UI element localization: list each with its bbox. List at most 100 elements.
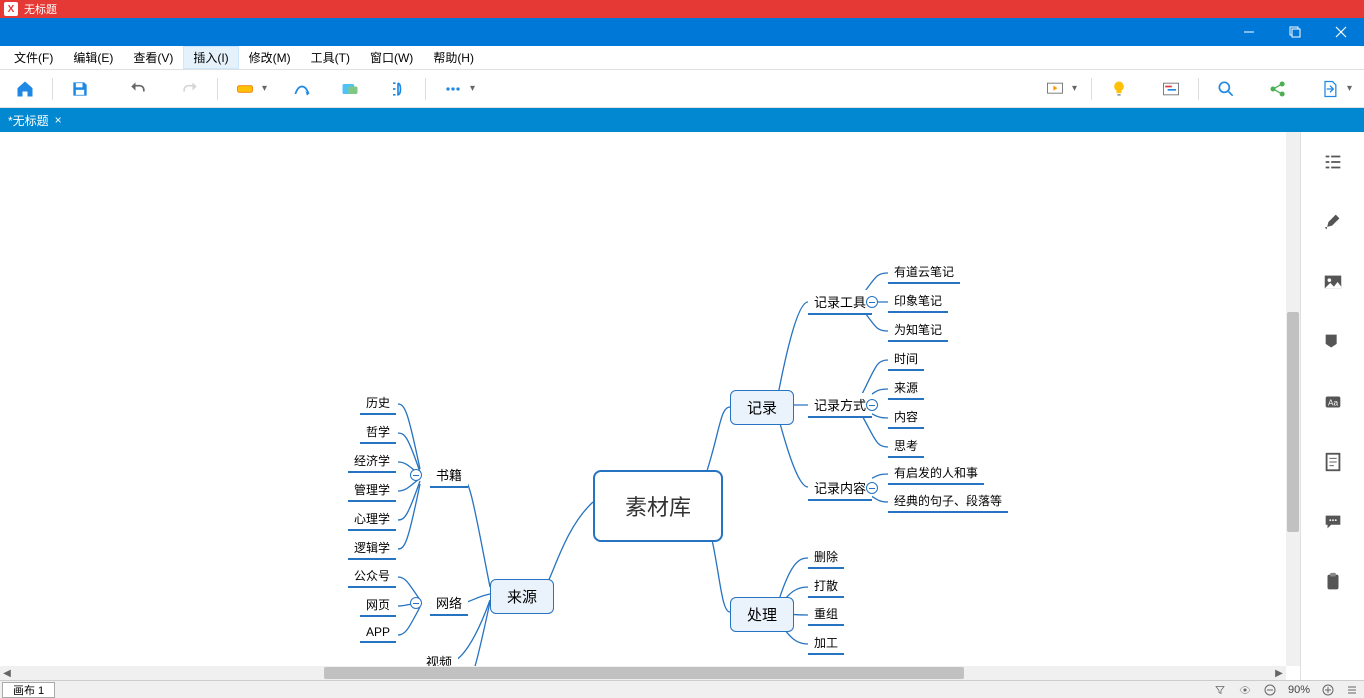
vertical-scrollbar[interactable] <box>1286 132 1300 666</box>
window-title: 无标题 <box>24 1 57 17</box>
node-record-content[interactable]: 记录内容 <box>808 476 872 501</box>
scroll-left-icon[interactable]: ◀ <box>0 666 14 680</box>
mindmap-center-node[interactable]: 素材库 <box>593 470 723 542</box>
gantt-button[interactable] <box>1158 76 1184 102</box>
leaf-node[interactable]: 加工 <box>808 632 844 655</box>
junction-icon[interactable] <box>866 482 878 494</box>
junction-icon[interactable] <box>866 399 878 411</box>
leaf-node[interactable]: 时间 <box>888 348 924 371</box>
menu-file[interactable]: 文件(F) <box>4 46 63 69</box>
node-network[interactable]: 网络 <box>430 591 468 616</box>
presentation-button[interactable] <box>1042 76 1068 102</box>
leaf-node[interactable]: 来源 <box>888 377 924 400</box>
leaf-node[interactable]: 思考 <box>888 435 924 458</box>
share-button[interactable] <box>1265 76 1291 102</box>
topic-dropdown-icon[interactable]: ▾ <box>262 83 267 94</box>
image-icon[interactable] <box>1321 270 1345 294</box>
more-dropdown-icon[interactable]: ▾ <box>470 83 475 94</box>
fit-icon[interactable] <box>1346 684 1358 696</box>
sheet-tab[interactable]: 画布 1 <box>2 682 55 698</box>
junction-icon[interactable] <box>410 469 422 481</box>
tab-close-icon[interactable]: × <box>55 113 62 127</box>
leaf-node[interactable]: 网页 <box>360 594 396 617</box>
zoom-level[interactable]: 90% <box>1288 684 1310 696</box>
leaf-node[interactable]: 有启发的人和事 <box>888 462 984 485</box>
svg-text:Aa: Aa <box>1327 399 1338 408</box>
document-tab[interactable]: *无标题 × <box>0 108 70 132</box>
idea-button[interactable] <box>1106 76 1132 102</box>
export-button[interactable] <box>1317 76 1343 102</box>
menu-tools[interactable]: 工具(T) <box>301 46 360 69</box>
boundary-button[interactable] <box>337 76 363 102</box>
leaf-node[interactable]: 印象笔记 <box>888 290 948 313</box>
leaf-node[interactable]: 为知笔记 <box>888 319 948 342</box>
leaf-node[interactable]: 经典的句子、段落等 <box>888 490 1008 513</box>
undo-button[interactable] <box>125 76 151 102</box>
relationship-button[interactable] <box>289 76 315 102</box>
toolbar-separator <box>425 78 426 100</box>
maximize-button[interactable] <box>1272 18 1318 46</box>
leaf-node[interactable]: 公众号 <box>348 565 396 588</box>
summary-button[interactable] <box>385 76 411 102</box>
export-dropdown-icon[interactable]: ▾ <box>1347 83 1352 94</box>
branch-record[interactable]: 记录 <box>730 390 794 425</box>
canvas-area[interactable]: 素材库 记录 来源 处理 记录工具 有道云笔记 印象笔记 为知笔记 记录方式 时… <box>0 132 1300 680</box>
junction-icon[interactable] <box>866 296 878 308</box>
menu-help[interactable]: 帮助(H) <box>423 46 484 69</box>
comments-icon[interactable] <box>1321 510 1345 534</box>
home-button[interactable] <box>12 76 38 102</box>
topic-button[interactable] <box>232 76 258 102</box>
visibility-icon[interactable] <box>1238 684 1252 696</box>
marker-icon[interactable] <box>1321 330 1345 354</box>
menubar: 文件(F) 编辑(E) 查看(V) 插入(I) 修改(M) 工具(T) 窗口(W… <box>0 46 1364 70</box>
format-icon[interactable] <box>1321 210 1345 234</box>
menu-insert[interactable]: 插入(I) <box>183 46 238 69</box>
notes-icon[interactable] <box>1321 450 1345 474</box>
junction-icon[interactable] <box>410 597 422 609</box>
close-button[interactable] <box>1318 18 1364 46</box>
menu-edit[interactable]: 编辑(E) <box>63 46 123 69</box>
filter-icon[interactable] <box>1214 684 1226 696</box>
leaf-node[interactable]: 经济学 <box>348 450 396 473</box>
presentation-dropdown-icon[interactable]: ▾ <box>1072 83 1077 94</box>
leaf-node[interactable]: 管理学 <box>348 479 396 502</box>
branch-process[interactable]: 处理 <box>730 597 794 632</box>
leaf-node[interactable]: 历史 <box>360 392 396 415</box>
branch-source[interactable]: 来源 <box>490 579 554 614</box>
font-icon[interactable]: Aa <box>1321 390 1345 414</box>
save-button[interactable] <box>67 76 93 102</box>
horizontal-scrollbar[interactable]: ◀ ▶ <box>0 666 1286 680</box>
leaf-node[interactable]: 有道云笔记 <box>888 261 960 284</box>
search-button[interactable] <box>1213 76 1239 102</box>
mindmap-canvas[interactable]: 素材库 记录 来源 处理 记录工具 有道云笔记 印象笔记 为知笔记 记录方式 时… <box>0 132 1300 680</box>
node-record-method[interactable]: 记录方式 <box>808 393 872 418</box>
minimize-button[interactable] <box>1226 18 1272 46</box>
menu-window[interactable]: 窗口(W) <box>360 46 423 69</box>
menu-view[interactable]: 查看(V) <box>123 46 183 69</box>
more-button[interactable] <box>440 76 466 102</box>
toolbar-separator <box>1091 78 1092 100</box>
leaf-node[interactable]: 心理学 <box>348 508 396 531</box>
zoom-in-button[interactable] <box>1322 684 1334 696</box>
toolbar-separator <box>1198 78 1199 100</box>
redo-button[interactable] <box>177 76 203 102</box>
leaf-node[interactable]: 重组 <box>808 603 844 626</box>
scroll-thumb[interactable] <box>1287 312 1299 532</box>
outline-icon[interactable] <box>1321 150 1345 174</box>
workspace: 素材库 记录 来源 处理 记录工具 有道云笔记 印象笔记 为知笔记 记录方式 时… <box>0 132 1364 680</box>
leaf-node[interactable]: 删除 <box>808 546 844 569</box>
leaf-node[interactable]: 内容 <box>888 406 924 429</box>
leaf-node[interactable]: APP <box>360 623 396 643</box>
tab-label: *无标题 <box>8 112 49 129</box>
leaf-node[interactable]: 打散 <box>808 575 844 598</box>
scroll-right-icon[interactable]: ▶ <box>1272 666 1286 680</box>
zoom-out-button[interactable] <box>1264 684 1276 696</box>
leaf-node[interactable]: 逻辑学 <box>348 537 396 560</box>
menu-modify[interactable]: 修改(M) <box>239 46 301 69</box>
leaf-node[interactable]: 哲学 <box>360 421 396 444</box>
task-icon[interactable] <box>1321 570 1345 594</box>
node-books[interactable]: 书籍 <box>430 463 468 488</box>
scroll-thumb[interactable] <box>324 667 964 679</box>
app-titlebar: X 无标题 <box>0 0 1364 18</box>
node-record-tool[interactable]: 记录工具 <box>808 290 872 315</box>
